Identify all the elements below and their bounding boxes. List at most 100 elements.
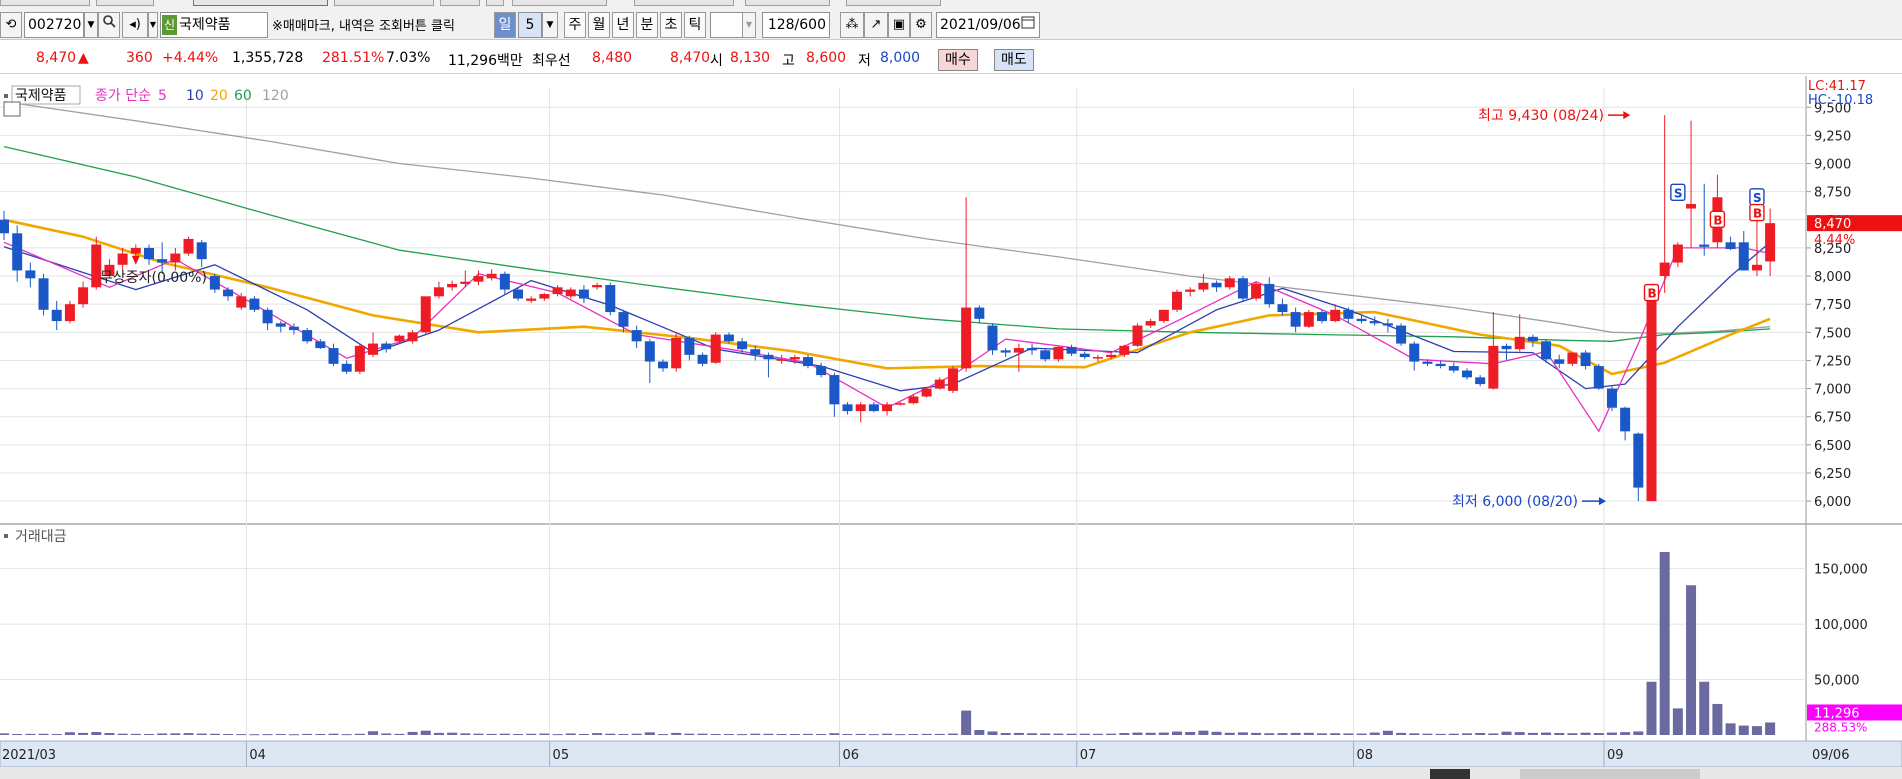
candle-body bbox=[1527, 336, 1538, 342]
x-tick-label: 09 bbox=[1607, 748, 1624, 763]
gear-icon[interactable]: ⚙ bbox=[910, 12, 932, 38]
period-week-tab[interactable]: 주 bbox=[564, 12, 586, 38]
period-minute-tab[interactable]: 분 bbox=[636, 12, 658, 38]
window-tab[interactable] bbox=[0, 0, 90, 6]
period-year-tab[interactable]: 년 bbox=[612, 12, 634, 38]
volume-bar bbox=[1686, 585, 1697, 735]
volume-bar bbox=[368, 731, 379, 735]
y-tick-label: 7,750 bbox=[1814, 298, 1851, 313]
window-tab[interactable] bbox=[440, 0, 480, 6]
window-tab[interactable] bbox=[512, 0, 607, 6]
period-month-tab[interactable]: 월 bbox=[588, 12, 610, 38]
price-change-pct: +4.44% bbox=[162, 50, 219, 66]
candle bbox=[420, 296, 431, 335]
volume-bar bbox=[855, 733, 866, 735]
legend-ma20-label: 20 bbox=[210, 88, 228, 104]
volume-bar bbox=[513, 734, 524, 736]
volume-bar bbox=[987, 731, 998, 735]
signal-letter: S bbox=[1674, 186, 1683, 200]
speaker-dropdown-icon[interactable]: ▼ bbox=[148, 12, 158, 38]
candle-body bbox=[1211, 282, 1222, 288]
calendar-icon[interactable] bbox=[1018, 14, 1038, 36]
candle-body bbox=[1514, 336, 1525, 350]
candle-body bbox=[1659, 262, 1670, 277]
current-pct-label: 4.44% bbox=[1814, 233, 1855, 248]
code-dropdown-icon[interactable]: ▼ bbox=[84, 12, 98, 38]
candle bbox=[183, 236, 194, 256]
volume-bar bbox=[526, 733, 537, 735]
volume-bar bbox=[1659, 552, 1670, 735]
volume-bar bbox=[1053, 733, 1064, 735]
trendline-icon[interactable]: ↗ bbox=[864, 12, 888, 38]
candle-body bbox=[394, 335, 405, 342]
candle bbox=[64, 300, 75, 324]
volume-bar bbox=[605, 733, 616, 735]
candle-body bbox=[12, 233, 23, 271]
window-tab[interactable] bbox=[193, 0, 328, 6]
period-count-input[interactable]: 5 bbox=[518, 12, 542, 38]
period-day-tab[interactable]: 일 bbox=[494, 12, 516, 38]
volume-bar bbox=[578, 734, 589, 736]
sell-button[interactable]: 매도 bbox=[994, 49, 1034, 71]
period-count-dropdown-icon[interactable]: ▼ bbox=[542, 12, 558, 38]
volume-bar bbox=[1422, 733, 1433, 735]
price-chart[interactable]: 2021/03 04 05 06 07 08 09 09/06 6,000 6,250 6,500 6… bbox=[0, 76, 1902, 779]
speaker-icon[interactable]: ◂) bbox=[122, 12, 148, 38]
volume-bar bbox=[25, 733, 36, 735]
candle-body bbox=[1317, 312, 1327, 322]
candle bbox=[38, 273, 49, 316]
candle-body bbox=[473, 276, 484, 282]
window-tab[interactable] bbox=[634, 0, 734, 6]
volume-bar bbox=[961, 710, 972, 735]
current-volume-flag-text: 11,296 bbox=[1814, 706, 1860, 721]
quote-bar: 8,470 ▲ 360 +4.44% 1,355,728 281.51% 7.0… bbox=[0, 46, 1902, 74]
candle-body bbox=[486, 273, 497, 279]
window-tab[interactable] bbox=[745, 0, 830, 6]
interval-dropdown-icon[interactable]: ▼ bbox=[742, 12, 756, 38]
buy-signal-marker: B bbox=[1709, 210, 1726, 228]
candle-body bbox=[1672, 244, 1683, 263]
lc-label: LC:41.17 bbox=[1808, 79, 1866, 94]
candle bbox=[1606, 386, 1617, 412]
volume-bar bbox=[723, 734, 734, 736]
candle-body bbox=[1765, 223, 1776, 262]
stock-name-field[interactable]: 신 국제약품 bbox=[160, 12, 268, 38]
window-tab[interactable] bbox=[846, 0, 941, 6]
volume-bar bbox=[592, 733, 603, 735]
candle-body bbox=[1066, 346, 1077, 354]
window-tab[interactable] bbox=[96, 0, 154, 6]
bar-count-input[interactable]: 128/600 bbox=[762, 12, 830, 38]
volume-bar bbox=[328, 733, 339, 735]
high-label: 고 bbox=[782, 53, 795, 69]
high-price: 8,600 bbox=[806, 50, 847, 66]
volume-bar bbox=[1567, 733, 1578, 735]
candle-body bbox=[1040, 350, 1051, 360]
indicator-icon[interactable]: ⁂ bbox=[840, 12, 864, 38]
window-tab[interactable] bbox=[486, 0, 504, 6]
stock-code-input[interactable]: 002720 bbox=[24, 12, 84, 38]
buy-button[interactable]: 매수 bbox=[938, 49, 978, 71]
volume-bar bbox=[183, 733, 194, 735]
volume-bar bbox=[1303, 732, 1314, 735]
candle-body bbox=[1461, 370, 1472, 378]
candle-body bbox=[447, 283, 458, 288]
volume-bar bbox=[1448, 733, 1459, 735]
volume-bar bbox=[51, 734, 62, 736]
period-tick-tab[interactable]: 틱 bbox=[684, 12, 706, 38]
candle bbox=[710, 332, 721, 364]
volume-bar bbox=[1765, 722, 1776, 735]
save-icon[interactable]: ▣ bbox=[888, 12, 910, 38]
sell-signal-marker: S bbox=[1670, 183, 1686, 201]
current-price: 8,470 bbox=[36, 50, 77, 66]
volume-bar bbox=[1541, 732, 1552, 735]
window-tab[interactable] bbox=[334, 0, 434, 6]
volume-bar bbox=[1382, 730, 1393, 735]
search-icon[interactable] bbox=[98, 12, 120, 38]
candle-body bbox=[565, 289, 576, 297]
period-second-tab[interactable]: 초 bbox=[660, 12, 682, 38]
chart-window-icon[interactable]: ⟲ bbox=[0, 12, 22, 38]
x-tick-label: 2021/03 bbox=[2, 748, 56, 763]
volume-bar bbox=[1013, 732, 1024, 735]
volume-bar bbox=[1409, 733, 1420, 735]
candle-body bbox=[816, 366, 827, 376]
